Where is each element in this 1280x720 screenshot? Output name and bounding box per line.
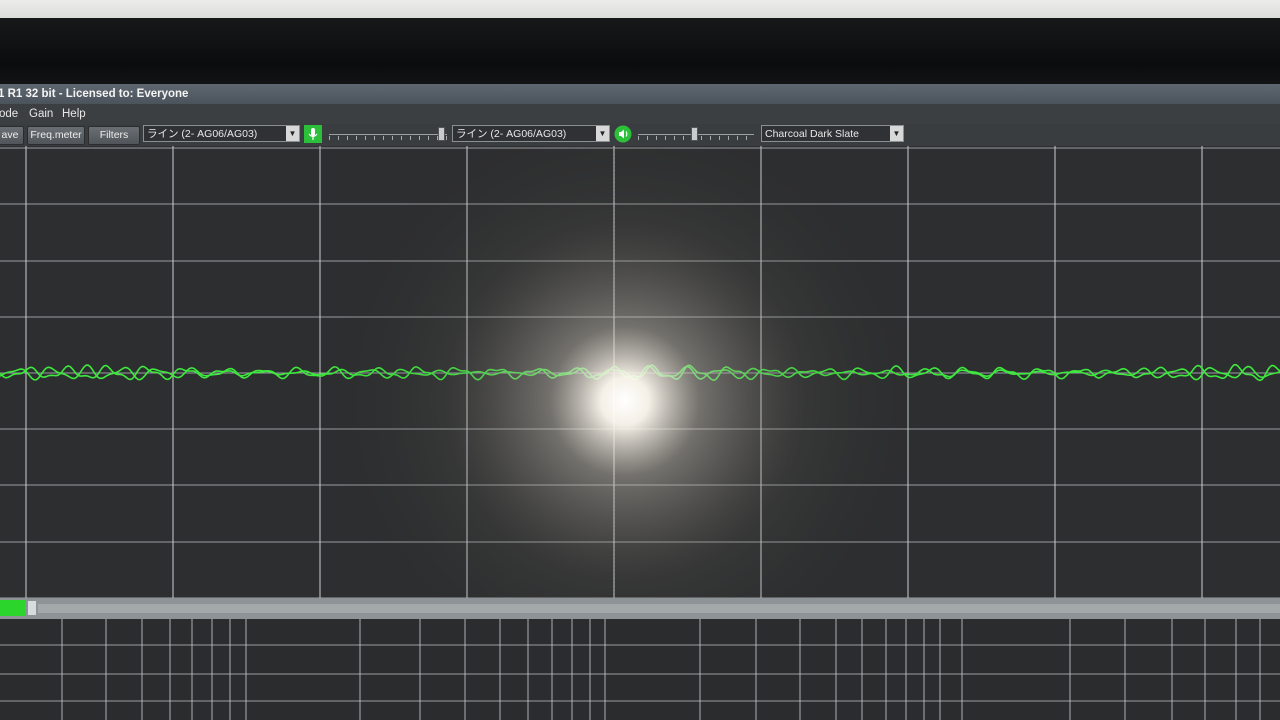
- input-level-slider[interactable]: [329, 127, 447, 141]
- menu-mode[interactable]: ode: [0, 104, 18, 124]
- oscilloscope-window: 1 R1 32 bit - Licensed to: Everyone ode …: [0, 84, 1280, 720]
- microphone-icon[interactable]: [304, 125, 322, 143]
- output-device-select[interactable]: ライン (2- AG06/AG03) ▼: [452, 125, 610, 142]
- speaker-icon[interactable]: [614, 125, 632, 143]
- freq-meter-button[interactable]: Freq.meter: [27, 126, 85, 145]
- save-button[interactable]: ave: [0, 126, 24, 145]
- filters-button[interactable]: Filters: [88, 126, 140, 145]
- menu-bar: ode Gain Help: [0, 104, 1280, 124]
- theme-value: Charcoal Dark Slate: [765, 128, 859, 140]
- input-device-select[interactable]: ライン (2- AG06/AG03) ▼: [143, 125, 300, 142]
- menu-help[interactable]: Help: [62, 104, 86, 124]
- output-device-value: ライン (2- AG06/AG03): [456, 128, 567, 140]
- input-level-thumb[interactable]: [437, 127, 445, 141]
- scrollbar-thumb[interactable]: [28, 601, 36, 615]
- window-title: 1 R1 32 bit - Licensed to: Everyone: [0, 84, 1280, 104]
- chevron-down-icon: ▼: [286, 126, 299, 141]
- spectrum-display[interactable]: [0, 619, 1280, 720]
- monitor-bezel-top: [0, 0, 1280, 18]
- scrollbar-track[interactable]: [38, 604, 1280, 613]
- screen-glare: [325, 101, 925, 701]
- menu-gain[interactable]: Gain: [29, 104, 53, 124]
- output-level-thumb[interactable]: [691, 127, 699, 141]
- oscilloscope-display[interactable]: [0, 101, 1280, 701]
- theme-select[interactable]: Charcoal Dark Slate ▼: [761, 125, 904, 142]
- waveform-plot: [0, 101, 1280, 701]
- monitor-bezel: [0, 18, 1280, 84]
- status-indicator: [0, 600, 25, 616]
- horizontal-scrollbar[interactable]: [0, 598, 1280, 619]
- chevron-down-icon: ▼: [890, 126, 903, 141]
- chevron-down-icon: ▼: [596, 126, 609, 141]
- toolbar: ave Freq.meter Filters ライン (2- AG06/AG03…: [0, 124, 1280, 147]
- input-device-value: ライン (2- AG06/AG03): [147, 128, 258, 140]
- output-level-slider[interactable]: [638, 127, 754, 141]
- spectrum-grid: [0, 619, 1280, 720]
